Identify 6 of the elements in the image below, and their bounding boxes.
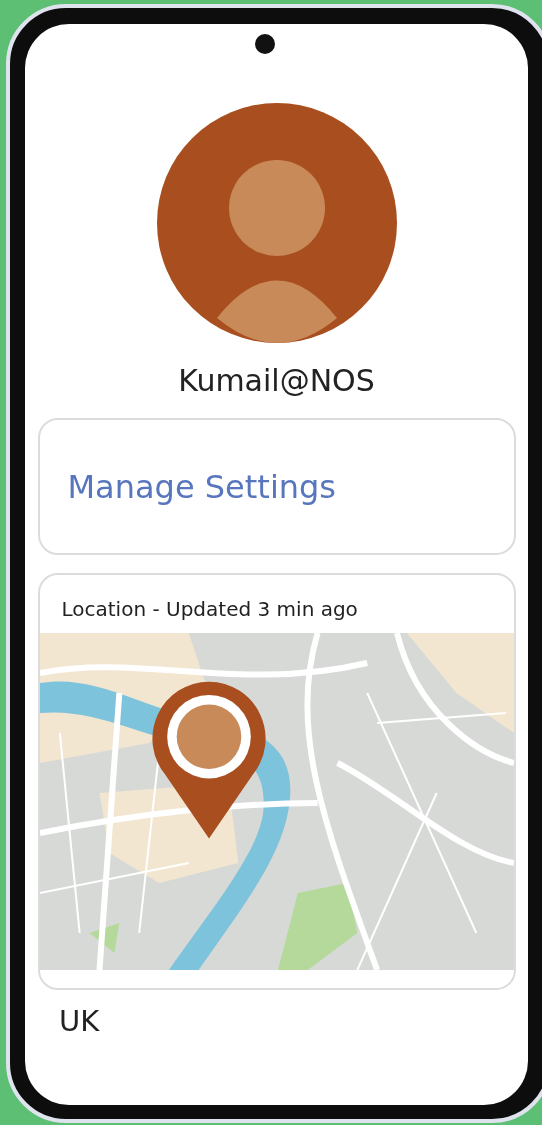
manage-settings-button[interactable]: Manage Settings — [37, 418, 516, 555]
camera-dot — [255, 34, 275, 54]
country-label: UK — [59, 1004, 100, 1038]
location-title: Location - Updated 3 min ago — [60, 596, 359, 623]
username: Kumail@NOS — [178, 363, 375, 398]
map-pin-icon — [151, 679, 266, 841]
